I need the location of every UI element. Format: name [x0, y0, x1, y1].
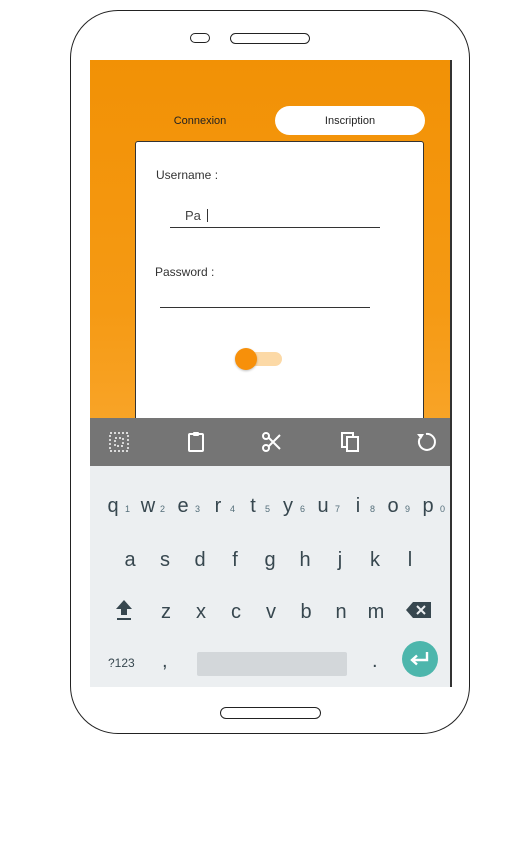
key-a[interactable]: a: [113, 540, 147, 580]
cut-icon[interactable]: [260, 430, 284, 454]
tab-connexion[interactable]: Connexion: [150, 106, 250, 135]
key-hint-7: 7: [335, 504, 341, 514]
clipboard-icon[interactable]: [184, 430, 208, 454]
select-all-icon[interactable]: [107, 430, 131, 454]
enter-key[interactable]: [402, 641, 438, 677]
toggle-thumb[interactable]: [235, 348, 257, 370]
symbols-key[interactable]: ?123: [108, 656, 135, 670]
username-label: Username :: [156, 168, 219, 182]
text-caret: [206, 209, 208, 222]
key-hint-4: 4: [230, 504, 236, 514]
key-x[interactable]: x: [184, 592, 218, 632]
space-key[interactable]: [197, 652, 347, 676]
key-v[interactable]: v: [254, 592, 288, 632]
keyboard-toolbar: [90, 418, 450, 466]
key-b[interactable]: b: [289, 592, 323, 632]
key-n[interactable]: n: [324, 592, 358, 632]
key-f[interactable]: f: [218, 540, 252, 580]
tab-inscription[interactable]: Inscription: [275, 106, 425, 135]
key-c[interactable]: c: [219, 592, 253, 632]
username-underline: [170, 227, 380, 228]
shift-icon[interactable]: [111, 596, 137, 622]
key-hint-3: 3: [195, 504, 201, 514]
app-screen: Connexion Inscription Username : Pa Pass…: [90, 60, 452, 687]
key-s[interactable]: s: [148, 540, 182, 580]
key-d[interactable]: d: [183, 540, 217, 580]
soft-keyboard: q1w2e3r4t5y6u7i8o9p0 asdfghjkl zxcvbnm ?…: [90, 466, 450, 687]
period-key[interactable]: .: [372, 650, 378, 673]
key-hint-8: 8: [370, 504, 376, 514]
speaker-icon: [230, 33, 310, 44]
key-h[interactable]: h: [288, 540, 322, 580]
screen-edge: [450, 60, 452, 687]
key-hint-1: 1: [125, 504, 131, 514]
key-hint-9: 9: [405, 504, 411, 514]
key-z[interactable]: z: [149, 592, 183, 632]
comma-key[interactable]: ,: [162, 650, 168, 673]
home-button[interactable]: [220, 707, 321, 719]
undo-icon[interactable]: [414, 430, 438, 454]
signup-card: Username : Pa Password :: [135, 141, 424, 441]
password-underline: [160, 307, 370, 308]
key-hint-6: 6: [300, 504, 306, 514]
key-l[interactable]: l: [393, 540, 427, 580]
username-input[interactable]: Pa: [185, 208, 208, 223]
key-g[interactable]: g: [253, 540, 287, 580]
key-k[interactable]: k: [358, 540, 392, 580]
password-input[interactable]: [162, 288, 370, 306]
key-hint-2: 2: [160, 504, 166, 514]
username-value: Pa: [185, 208, 201, 223]
key-hint-0: 0: [440, 504, 446, 514]
backspace-icon[interactable]: [405, 600, 433, 620]
camera-icon: [190, 33, 210, 43]
copy-icon[interactable]: [338, 430, 362, 454]
password-label: Password :: [155, 265, 215, 279]
key-j[interactable]: j: [323, 540, 357, 580]
key-m[interactable]: m: [359, 592, 393, 632]
enter-icon: [410, 652, 429, 666]
key-hint-5: 5: [265, 504, 271, 514]
